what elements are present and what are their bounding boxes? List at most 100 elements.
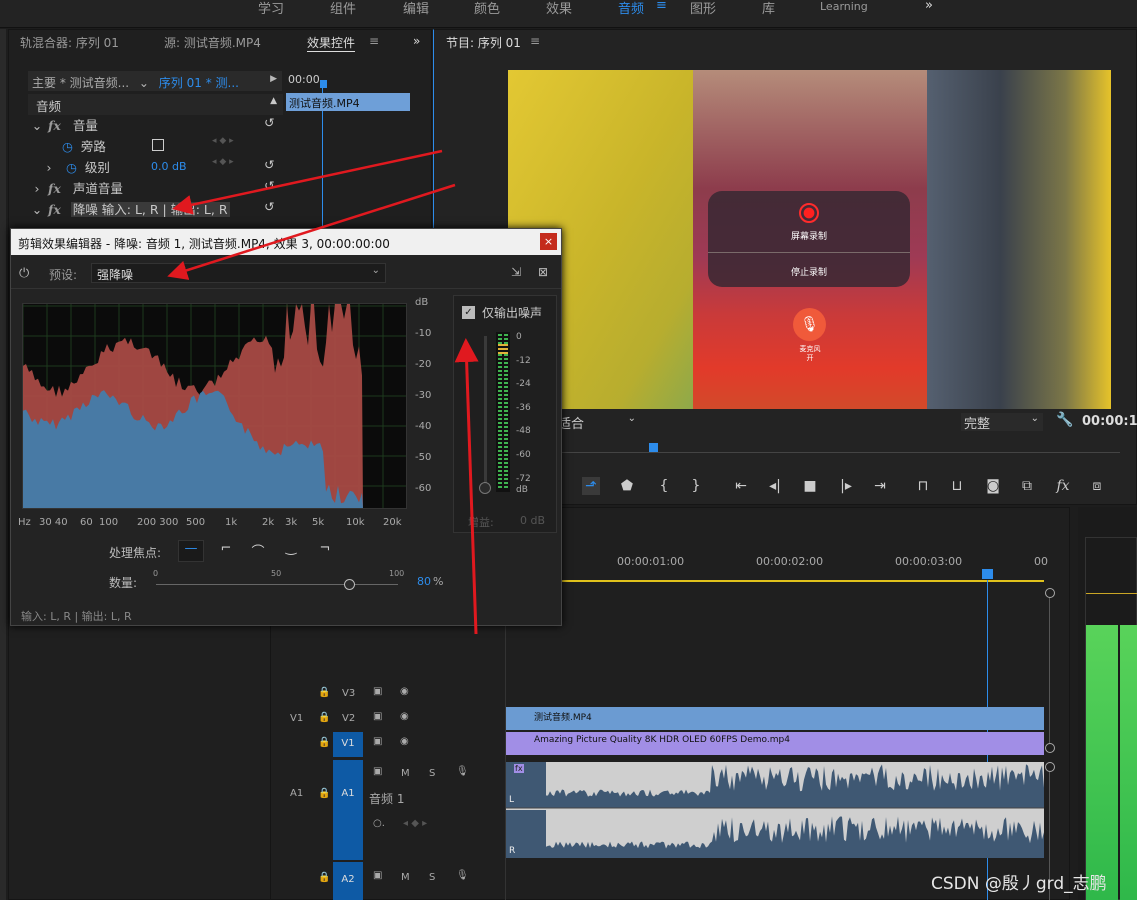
solo-button[interactable]: S — [429, 768, 435, 779]
focus-mid-button[interactable]: ⌒ — [246, 541, 270, 561]
amount-value[interactable]: 80 — [417, 575, 431, 588]
fx-icon[interactable]: fx — [48, 118, 61, 133]
output-noise-label[interactable]: 仅输出噪声 — [482, 304, 542, 321]
microphone-icon[interactable]: 🎙 — [793, 308, 826, 341]
more-workspaces-icon[interactable]: » — [925, 0, 933, 13]
stop-record-label[interactable]: 停止录制 — [708, 265, 910, 278]
clip-v2[interactable]: 测试音频.MP4 — [506, 707, 1044, 730]
timeline-playhead[interactable] — [982, 569, 993, 579]
source-patch[interactable]: V1 — [290, 713, 303, 724]
clip-fx-badge[interactable]: fx — [514, 764, 524, 773]
program-timecode[interactable]: 00:00:11 — [1082, 414, 1137, 429]
record-icon[interactable] — [799, 203, 819, 223]
film-icon[interactable]: ▣ — [373, 686, 382, 697]
expand-chevron-icon[interactable]: ⌄ — [30, 118, 44, 133]
lock-icon[interactable]: 🔒 — [318, 687, 330, 698]
expand-chevron-icon[interactable]: › — [42, 160, 56, 175]
save-preset-icon[interactable]: ⇲ — [511, 265, 521, 279]
fx-toggle-icon[interactable]: fx — [1054, 477, 1072, 495]
chevron-down-icon[interactable]: ⌄ — [139, 76, 149, 90]
wrench-icon[interactable]: 🔧 — [1056, 412, 1073, 428]
workspace-tab-audio[interactable]: 音频 — [618, 0, 644, 17]
gain-slider-track[interactable] — [484, 336, 487, 486]
workspace-tab-color[interactable]: 颜色 — [474, 0, 500, 17]
focus-notch-button[interactable]: ‿ — [279, 541, 303, 561]
eye-icon[interactable]: ◉ — [400, 686, 409, 697]
fx-icon[interactable]: fx — [48, 181, 61, 196]
expand-chevron-icon[interactable]: ⌄ — [30, 202, 44, 217]
eye-icon[interactable]: ◉ — [400, 736, 409, 747]
fit-dropdown[interactable]: 适合 ⌄ — [558, 413, 638, 432]
mute-button[interactable]: M — [401, 872, 410, 883]
tab-track-mixer[interactable]: 轨混合器: 序列 01 — [20, 34, 119, 51]
denoise-label[interactable]: 降噪 输入: L, R | 输出: L, R — [70, 202, 230, 217]
amount-slider-thumb[interactable] — [343, 579, 355, 590]
delete-preset-icon[interactable]: ⊠ — [538, 265, 548, 279]
film-icon[interactable]: ▣ — [373, 711, 382, 722]
extract-icon[interactable]: ⊔ — [948, 477, 966, 495]
film-icon[interactable]: ▣ — [373, 736, 382, 747]
amount-slider-track[interactable] — [156, 584, 398, 585]
program-monitor-title[interactable]: 节目: 序列 01 — [446, 34, 521, 51]
workspace-tab-effects[interactable]: 效果 — [546, 0, 572, 17]
scroll-handle[interactable] — [1045, 762, 1055, 772]
insert-icon[interactable]: ⬏ — [582, 477, 600, 495]
go-to-out-icon[interactable]: ⇥ — [871, 477, 889, 495]
workspace-tab-learning[interactable]: Learning — [820, 0, 868, 13]
preset-dropdown[interactable]: 强降噪 ⌄ — [91, 263, 386, 283]
camera-icon[interactable]: ◙ — [984, 477, 1002, 495]
clip-a1[interactable]: fx L R — [506, 762, 1044, 858]
mark-in-icon[interactable]: { — [655, 477, 673, 495]
mini-clip[interactable]: 测试音频.MP4 — [286, 93, 410, 111]
level-value[interactable]: 0.0 dB — [151, 160, 187, 173]
power-icon[interactable]: ⏻ — [19, 266, 29, 281]
video-frame[interactable]: 屏幕录制 停止录制 🎙 麦克风 开 — [508, 70, 1111, 409]
stopwatch-icon[interactable]: ◷ — [66, 160, 77, 175]
step-back-icon[interactable]: ◂| — [766, 477, 784, 495]
panel-menu-icon[interactable]: ≡ — [369, 34, 379, 48]
stop-icon[interactable]: ■ — [801, 477, 819, 495]
workspace-tab-learn[interactable]: 学习 — [258, 0, 284, 17]
lock-icon[interactable]: 🔒 — [318, 872, 330, 883]
marker-icon[interactable]: ⬟ — [618, 477, 636, 495]
keyframe-nav-icon[interactable]: ◂ ◆ ▸ — [212, 136, 234, 146]
reset-icon[interactable]: ↺ — [264, 115, 274, 130]
compare-icon[interactable]: ⧉ — [1018, 477, 1036, 495]
reset-icon[interactable]: ↺ — [264, 199, 274, 214]
eye-icon[interactable]: ◉ — [400, 711, 409, 722]
tab-effect-controls[interactable]: 效果控件 — [307, 34, 356, 52]
source-patch[interactable]: A1 — [290, 788, 303, 799]
bypass-checkbox[interactable] — [152, 139, 164, 151]
lock-icon[interactable]: 🔒 — [318, 737, 330, 748]
expand-icon[interactable]: » — [413, 34, 420, 48]
workspace-tab-graphics[interactable]: 图形 — [690, 0, 716, 17]
voiceover-mic-icon[interactable]: 🎙 — [456, 766, 469, 777]
play-only-icon[interactable]: ▶ — [270, 74, 277, 84]
spectrum-graph[interactable] — [22, 303, 408, 517]
vertical-scrollbar[interactable] — [1049, 598, 1050, 743]
track-name[interactable]: A2 — [333, 862, 363, 900]
mark-out-icon[interactable]: } — [687, 477, 705, 495]
panel-menu-icon[interactable]: ≡ — [530, 34, 540, 48]
track-name[interactable]: A1 — [333, 760, 363, 860]
focus-all-button[interactable]: — — [178, 540, 204, 562]
gain-slider-thumb[interactable] — [479, 482, 491, 494]
tab-source[interactable]: 源: 测试音频.MP4 — [164, 34, 261, 51]
expand-chevron-icon[interactable]: › — [30, 181, 44, 196]
focus-low-button[interactable]: ⌐ — [214, 541, 238, 561]
reset-icon[interactable]: ↺ — [264, 157, 274, 172]
track-name[interactable]: V3 — [342, 688, 355, 699]
fx-icon[interactable]: fx — [48, 202, 61, 217]
sequence-clip-label[interactable]: 序列 01 * 测... — [159, 76, 239, 90]
quality-dropdown[interactable]: 完整 ⌄ — [961, 413, 1043, 432]
clip-v1[interactable]: Amazing Picture Quality 8K HDR OLED 60FP… — [506, 732, 1044, 755]
reset-icon[interactable]: ↺ — [264, 178, 274, 193]
step-forward-icon[interactable]: |▸ — [837, 477, 855, 495]
workspace-tab-assembly[interactable]: 组件 — [330, 0, 356, 17]
stopwatch-icon[interactable]: ◷ — [62, 139, 73, 154]
solo-button[interactable]: S — [429, 872, 435, 883]
film-icon[interactable]: ▣ — [373, 766, 382, 777]
scroll-handle[interactable] — [1045, 743, 1055, 753]
multicam-icon[interactable]: ⧈ — [1088, 477, 1106, 495]
lock-icon[interactable]: 🔒 — [318, 712, 330, 723]
